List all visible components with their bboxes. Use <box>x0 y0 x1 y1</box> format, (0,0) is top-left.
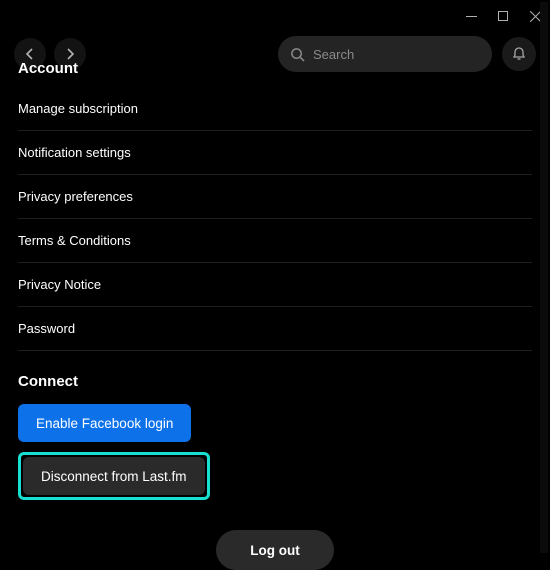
minimize-icon[interactable] <box>464 9 478 23</box>
notifications-button[interactable] <box>502 37 536 71</box>
row-terms-conditions[interactable]: Terms & Conditions <box>18 219 532 263</box>
row-manage-subscription[interactable]: Manage subscription <box>18 87 532 131</box>
row-notification-settings[interactable]: Notification settings <box>18 131 532 175</box>
row-privacy-notice[interactable]: Privacy Notice <box>18 263 532 307</box>
enable-facebook-button[interactable]: Enable Facebook login <box>18 404 191 442</box>
lastfm-highlight: Disconnect from Last.fm <box>18 452 210 500</box>
scrollbar-track[interactable] <box>540 2 548 553</box>
connect-heading: Connect <box>18 351 532 404</box>
disconnect-lastfm-button[interactable]: Disconnect from Last.fm <box>23 457 205 495</box>
settings-content: Account Manage subscription Notification… <box>0 60 550 570</box>
search-input-wrap[interactable] <box>278 36 492 72</box>
window-titlebar <box>0 0 550 32</box>
search-icon <box>290 47 305 62</box>
logout-button[interactable]: Log out <box>216 530 333 570</box>
bell-icon <box>511 46 527 62</box>
row-privacy-preferences[interactable]: Privacy preferences <box>18 175 532 219</box>
search-input[interactable] <box>313 47 480 62</box>
maximize-icon[interactable] <box>496 9 510 23</box>
row-password[interactable]: Password <box>18 307 532 351</box>
